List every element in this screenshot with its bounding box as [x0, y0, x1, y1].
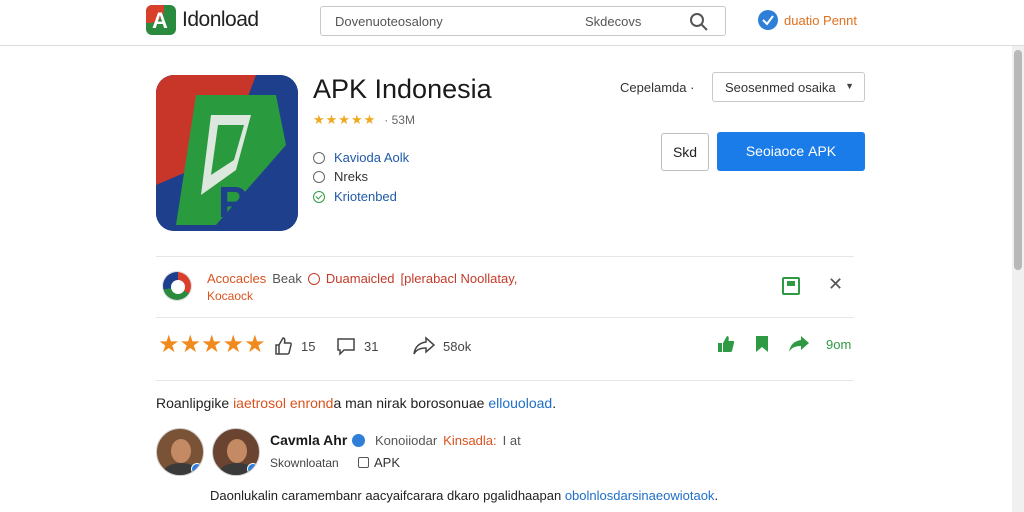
app-title: APK Indonesia: [313, 74, 492, 104]
brand-logo-icon: A: [146, 5, 176, 35]
divider: [156, 380, 854, 381]
footer-text-part: .: [714, 488, 719, 503]
search-input[interactable]: Dovenuoteosalony Skdecovs: [320, 6, 726, 36]
notice-line2: Kocaock: [207, 289, 254, 303]
feature-label: Kavioda Aolk: [334, 150, 410, 165]
share-icon: [413, 336, 435, 355]
thumbs-up-icon: [275, 337, 292, 355]
author-apk-label: APK: [374, 455, 401, 470]
author-apk: APK: [358, 455, 400, 470]
share-button[interactable]: 58ok: [413, 336, 471, 356]
thumbs-up-filled-icon[interactable]: [716, 334, 736, 354]
author-name[interactable]: Cavmla Ahr: [270, 432, 366, 448]
notice-subtitle: Beak: [272, 271, 302, 286]
top-bar: A Idonload Dovenuoteosalony Skdecovs dua…: [0, 0, 1024, 46]
version-select[interactable]: Seosenmed osaika ▼: [712, 72, 865, 102]
view-count: 9om: [826, 336, 852, 352]
version-label: Cepelamda ·: [620, 80, 695, 95]
feature-item: Nreks: [313, 169, 368, 184]
brand-name: Idonload: [182, 8, 259, 31]
close-icon[interactable]: ✕: [828, 274, 843, 295]
comment-count: 31: [364, 338, 379, 354]
notice-card: Acocacles Beak Duamaicled [plerabacl Noo…: [156, 257, 854, 317]
like-count: 15: [301, 338, 316, 354]
app-icon-text: PP: [218, 178, 277, 227]
action-bar: ★★★★★ 15 31 58ok 9om: [156, 318, 854, 380]
search-scope-label: Skdecovs: [585, 14, 642, 29]
brand[interactable]: A Idonload: [146, 5, 259, 35]
check-circle-icon: [313, 190, 325, 203]
scroll-thumb[interactable]: [1014, 50, 1022, 270]
notice-status: Duamaicled: [325, 271, 395, 286]
secondary-button[interactable]: Skd: [661, 133, 709, 171]
description-text: a man nirak borosonuae: [333, 395, 489, 411]
description-text: Roanlipgike: [156, 395, 234, 411]
search-icon[interactable]: [689, 12, 709, 32]
avatar[interactable]: [156, 428, 204, 476]
footer-link[interactable]: obolnlosdarsinaeowiotaok: [565, 488, 715, 503]
feature-item: Kriotenbed: [313, 189, 397, 204]
notice-detail: [plerabacl Noollatay,: [400, 271, 518, 286]
save-icon[interactable]: [782, 277, 800, 295]
scrollbar[interactable]: [1012, 46, 1024, 512]
like-button[interactable]: 15: [273, 336, 315, 356]
comment-icon: [337, 338, 355, 356]
rating-stars: ★★★★★: [313, 112, 377, 127]
author-meta: Konoiiodar Kinsadla: I at: [375, 433, 521, 448]
footer-text-part: Daonlukalin caramembanr aacyaifcarara dk…: [210, 488, 565, 503]
feature-label: Kriotenbed: [334, 189, 397, 204]
promo-link[interactable]: duatio Pennt: [758, 10, 857, 30]
notice-title: Acocacles: [207, 271, 267, 286]
verified-badge-icon: [247, 463, 259, 475]
download-apk-button[interactable]: Seoiaoce ΑPK: [717, 132, 865, 171]
app-size: · 53M: [384, 113, 415, 127]
radio-icon: [313, 170, 325, 183]
description: Roanlipgike iaetrosol enronda man nirak …: [156, 395, 556, 411]
app-rating: ★★★★★ · 53M: [313, 112, 415, 128]
feature-item: Kavioda Aolk: [313, 150, 409, 165]
verified-icon: [352, 433, 366, 447]
avatar[interactable]: [212, 428, 260, 476]
radio-icon: [313, 151, 325, 164]
verified-badge-icon: [191, 463, 203, 475]
share-filled-icon[interactable]: [788, 334, 810, 354]
author-time: I at: [502, 433, 521, 448]
feature-label: Nreks: [334, 169, 368, 184]
promo-label: duatio Pennt: [784, 12, 858, 28]
description-link[interactable]: ellouoload: [488, 395, 552, 411]
comment-button[interactable]: 31: [336, 336, 378, 356]
calendar-icon: [358, 457, 369, 468]
rate-stars[interactable]: ★★★★★: [158, 330, 266, 359]
description-text: .: [552, 395, 557, 411]
footer-text: Daonlukalin caramembanr aacyaifcarara dk…: [210, 488, 718, 503]
bookmark-icon[interactable]: [752, 334, 772, 354]
version-select-value: Seosenmed osaika: [725, 80, 836, 95]
clock-icon: [307, 272, 320, 285]
author-subtitle: Skownloatan: [270, 456, 339, 470]
app-icon: PP: [156, 75, 298, 231]
description-highlight: iaetrosol enrond: [233, 395, 334, 411]
chevron-down-icon: ▼: [845, 81, 854, 91]
author-role: Konoiiodar: [375, 433, 438, 448]
share-count: 58ok: [443, 338, 472, 354]
author-tag: Kinsadla:: [443, 433, 497, 448]
check-badge-icon: [758, 10, 778, 30]
search-placeholder: Dovenuoteosalony: [335, 14, 443, 29]
notice-logo-icon: [162, 271, 192, 301]
author-name-text: Cavmla Ahr: [270, 432, 348, 448]
